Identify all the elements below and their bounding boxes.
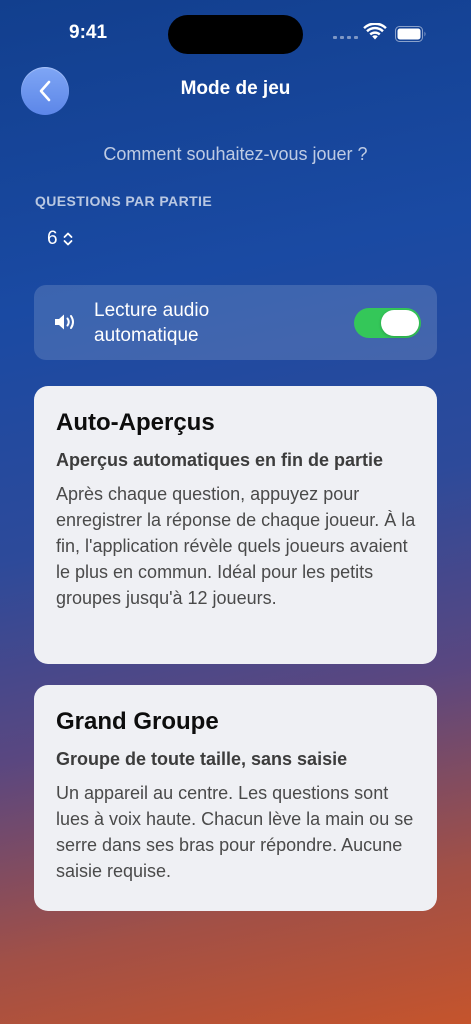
cellular-signal-icon [333, 36, 358, 39]
mode-card-subtitle: Aperçus automatiques en fin de partie [56, 450, 384, 470]
mode-card-grand-groupe[interactable]: Grand Groupe Groupe de toute taille, san… [34, 685, 437, 911]
mode-card-auto-apercus[interactable]: Auto-Aperçus Aperçus automatiques en fin… [34, 386, 437, 664]
toggle-knob [381, 310, 419, 336]
audio-setting-label: Lecture audio automatique [94, 300, 210, 346]
wifi-icon [363, 23, 387, 40]
mode-card-title: Grand Groupe [56, 708, 219, 735]
questions-count-value: 6 [47, 228, 58, 249]
speaker-icon [55, 314, 74, 330]
questions-count-picker[interactable]: 6 [47, 228, 74, 250]
audio-setting-row: Lecture audio automatique [34, 285, 437, 360]
status-time: 9:41 [69, 22, 108, 43]
page-subtitle: Comment souhaitez-vous jouer ? [103, 144, 368, 164]
questions-section-label: QUESTIONS PAR PARTIE [35, 193, 213, 209]
audio-autoplay-toggle[interactable] [354, 308, 421, 338]
status-bar: 9:41 [0, 0, 471, 68]
dynamic-island [168, 15, 303, 54]
page-title: Mode de jeu [180, 78, 291, 99]
battery-icon [395, 26, 426, 42]
chevron-up-down-icon [63, 232, 72, 246]
mode-card-description: Un appareil au centre. Les questions son… [56, 783, 414, 881]
mode-card-title: Auto-Aperçus [56, 409, 215, 436]
mode-card-subtitle: Groupe de toute taille, sans saisie [56, 749, 348, 769]
mode-card-description: Après chaque question, appuyez pour enre… [56, 484, 416, 608]
